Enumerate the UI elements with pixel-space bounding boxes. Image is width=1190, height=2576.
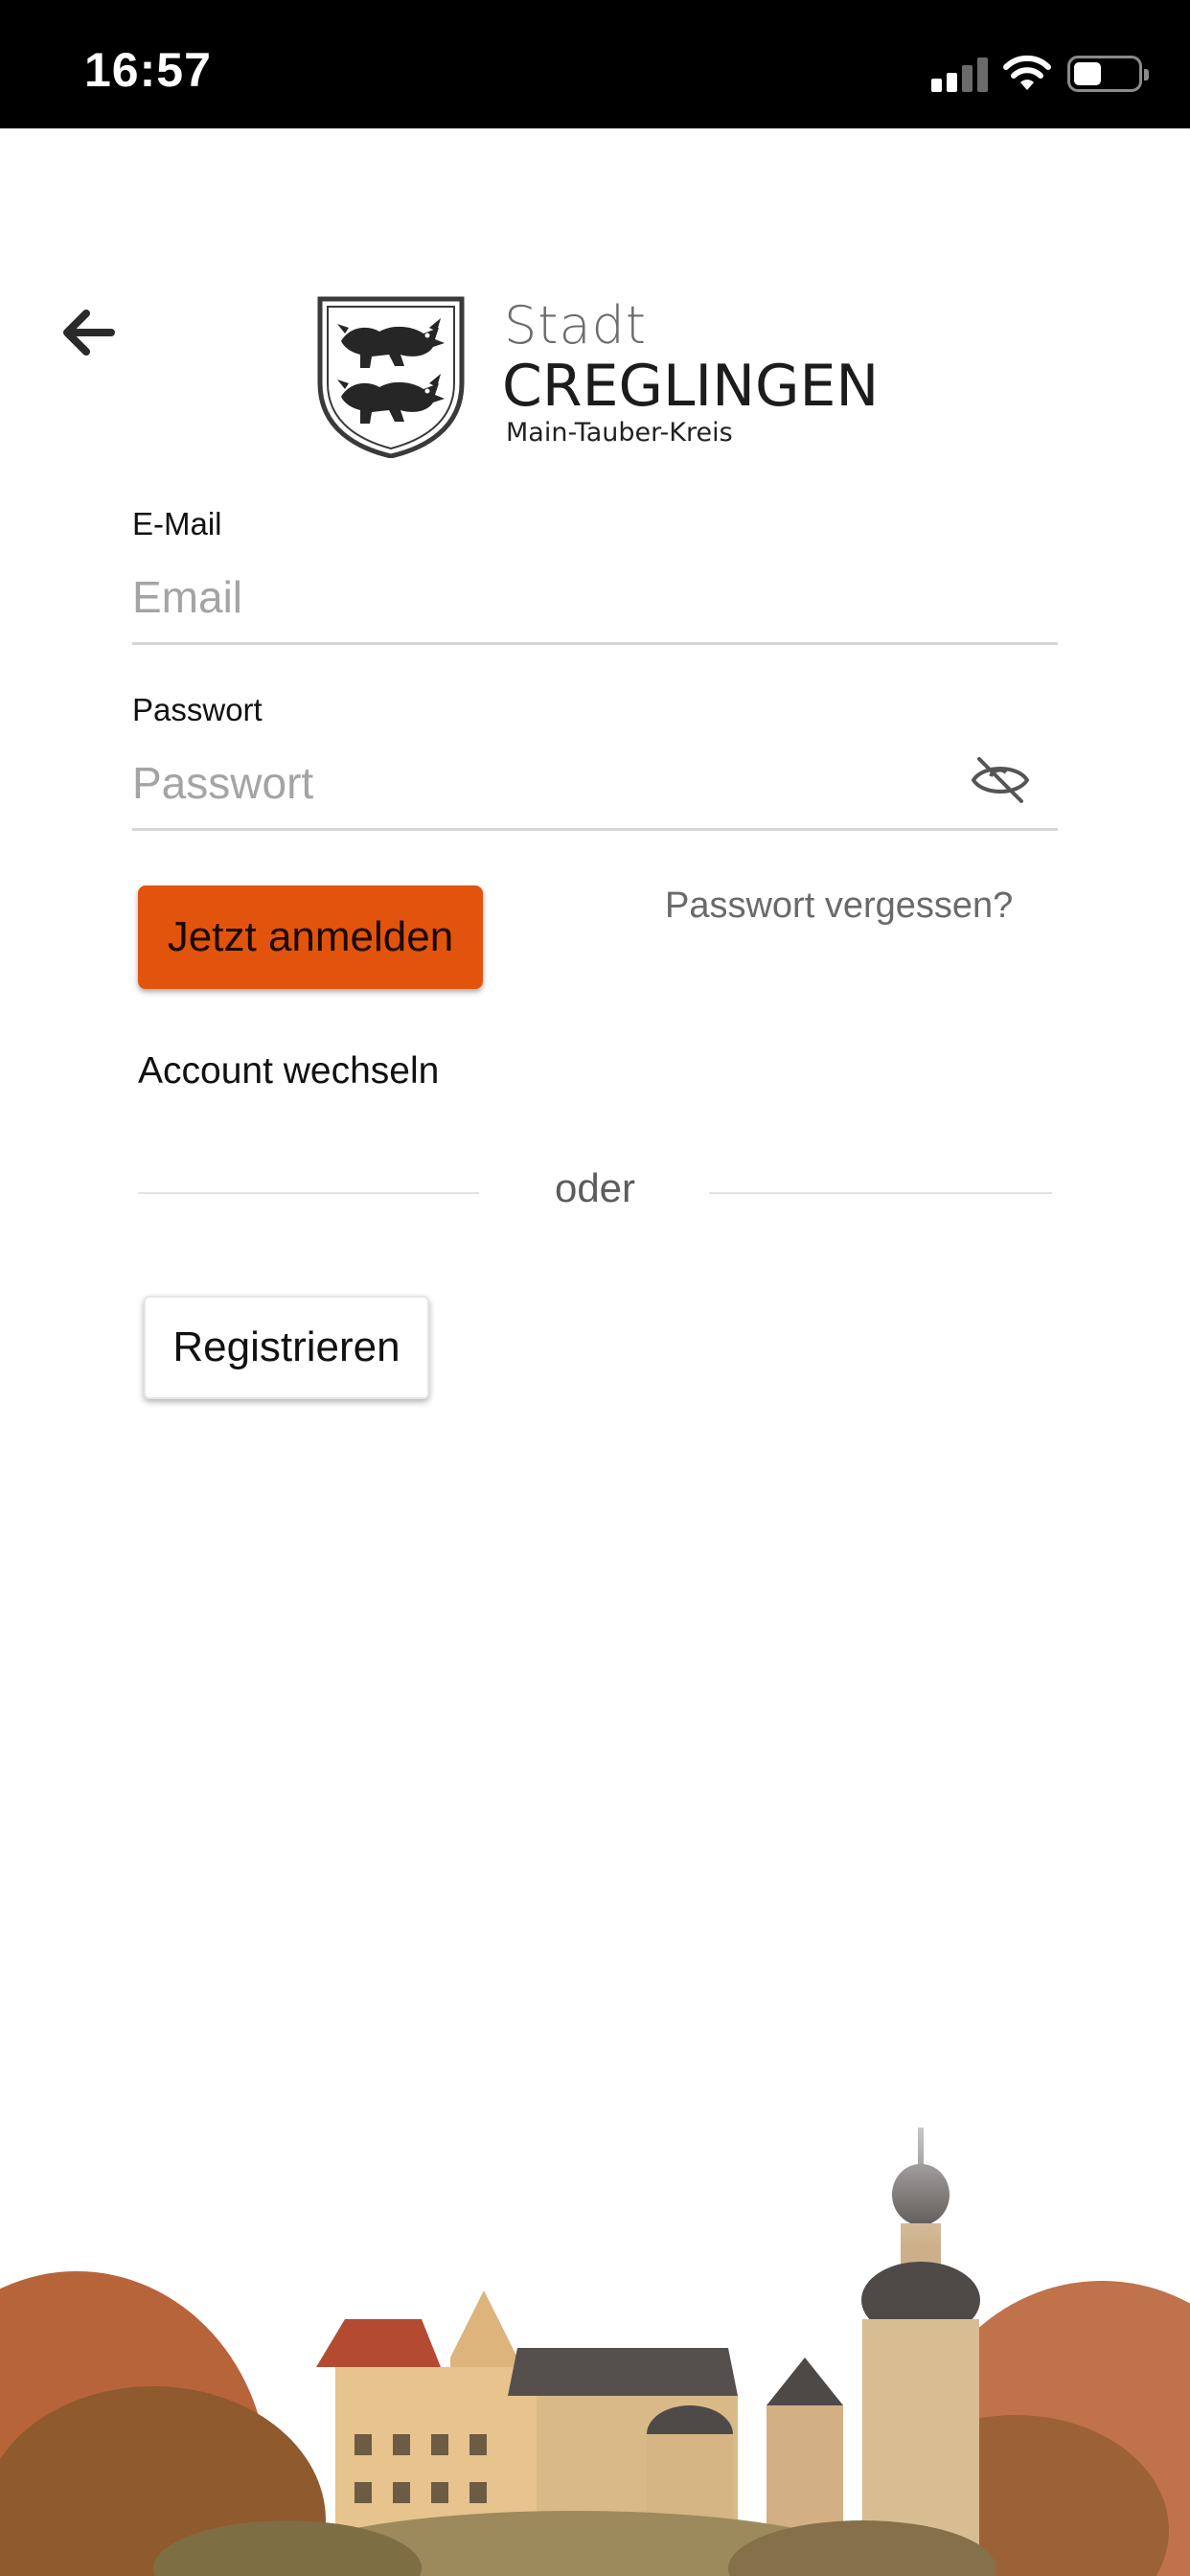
city-logo: Stadt CREGLINGEN Main-Tauber-Kreis	[316, 295, 891, 458]
coat-of-arms-icon	[317, 296, 465, 458]
password-label: Passwort	[132, 692, 263, 727]
email-label: E-Mail	[132, 506, 222, 541]
eye-slash-icon[interactable]	[970, 753, 1031, 807]
password-field[interactable]	[132, 748, 956, 818]
logo-text-city: CREGLINGEN	[502, 353, 880, 420]
register-button[interactable]: Registrieren	[144, 1296, 429, 1399]
logo-text-region: Main-Tauber-Kreis	[506, 418, 733, 448]
status-time: 16:57	[84, 43, 212, 97]
password-underline	[132, 828, 1058, 831]
battery-icon	[1067, 56, 1149, 92]
wifi-icon	[1003, 55, 1051, 90]
divider-line-right	[709, 1192, 1052, 1194]
email-underline	[132, 642, 1058, 645]
divider-or-text: oder	[554, 1165, 636, 1210]
switch-account-link[interactable]: Account wechseln	[138, 1050, 439, 1092]
forgot-password-link[interactable]: Passwort vergessen?	[665, 886, 1013, 927]
castle-footer-image	[0, 2070, 1190, 2576]
cellular-signal-icon	[931, 56, 989, 92]
email-field[interactable]	[132, 562, 1058, 632]
status-bar: 16:57	[0, 0, 1190, 128]
arrow-left-icon[interactable]	[56, 299, 123, 366]
divider-line-left	[138, 1192, 479, 1194]
logo-text-stadt: Stadt	[504, 295, 647, 356]
login-button[interactable]: Jetzt anmelden	[138, 886, 483, 989]
